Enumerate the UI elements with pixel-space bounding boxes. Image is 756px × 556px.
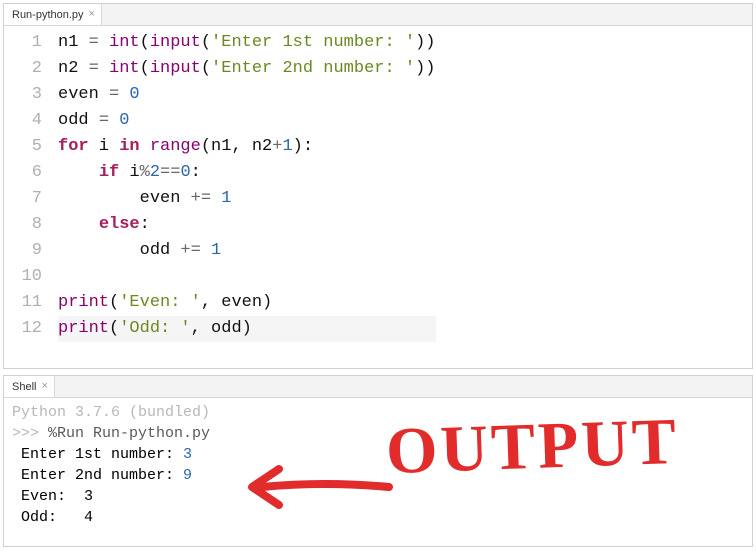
shell-output-line: Even: 3 xyxy=(12,486,744,507)
close-icon[interactable]: × xyxy=(41,381,47,392)
code-line[interactable]: n2 = int(input('Enter 2nd number: ')) xyxy=(58,56,436,82)
line-number: 12 xyxy=(10,316,42,342)
shell-tab[interactable]: Shell × xyxy=(4,376,55,397)
line-number: 3 xyxy=(10,82,42,108)
code-line[interactable] xyxy=(58,264,436,290)
editor-tab-bar: Run-python.py × xyxy=(4,4,752,26)
line-number: 2 xyxy=(10,56,42,82)
line-number: 7 xyxy=(10,186,42,212)
code-line[interactable]: odd = 0 xyxy=(58,108,436,134)
editor-panel: Run-python.py × 123456789101112 n1 = int… xyxy=(3,3,753,369)
shell-tab-label: Shell xyxy=(12,381,36,393)
close-icon[interactable]: × xyxy=(89,9,95,20)
line-number: 11 xyxy=(10,290,42,316)
shell-output-line: Enter 2nd number: 9 xyxy=(12,465,744,486)
shell-output-line: Odd: 4 xyxy=(12,507,744,528)
line-number: 1 xyxy=(10,30,42,56)
line-number: 9 xyxy=(10,238,42,264)
code-line[interactable]: even += 1 xyxy=(58,186,436,212)
line-number-gutter: 123456789101112 xyxy=(4,26,52,368)
line-number: 6 xyxy=(10,160,42,186)
shell-panel: Shell × Python 3.7.6 (bundled)>>> %Run R… xyxy=(3,375,753,547)
line-number: 5 xyxy=(10,134,42,160)
code-line[interactable]: else: xyxy=(58,212,436,238)
shell-tab-bar: Shell × xyxy=(4,376,752,398)
code-line[interactable]: even = 0 xyxy=(58,82,436,108)
shell-run-command: %Run Run-python.py xyxy=(48,425,210,442)
code-line[interactable]: print('Even: ', even) xyxy=(58,290,436,316)
code-lines[interactable]: n1 = int(input('Enter 1st number: '))n2 … xyxy=(52,26,436,368)
shell-version-line: Python 3.7.6 (bundled) xyxy=(12,402,744,423)
code-line[interactable]: print('Odd: ', odd) xyxy=(58,316,436,342)
code-line[interactable]: for i in range(n1, n2+1): xyxy=(58,134,436,160)
shell-output[interactable]: Python 3.7.6 (bundled)>>> %Run Run-pytho… xyxy=(4,398,752,546)
line-number: 10 xyxy=(10,264,42,290)
editor-tab[interactable]: Run-python.py × xyxy=(4,4,102,25)
code-line[interactable]: n1 = int(input('Enter 1st number: ')) xyxy=(58,30,436,56)
line-number: 4 xyxy=(10,108,42,134)
code-line[interactable]: odd += 1 xyxy=(58,238,436,264)
editor-tab-label: Run-python.py xyxy=(12,9,84,21)
shell-prompt-line: >>> %Run Run-python.py xyxy=(12,423,744,444)
code-line[interactable]: if i%2==0: xyxy=(58,160,436,186)
shell-output-line: Enter 1st number: 3 xyxy=(12,444,744,465)
code-editor[interactable]: 123456789101112 n1 = int(input('Enter 1s… xyxy=(4,26,752,368)
line-number: 8 xyxy=(10,212,42,238)
shell-prompt: >>> xyxy=(12,425,48,442)
